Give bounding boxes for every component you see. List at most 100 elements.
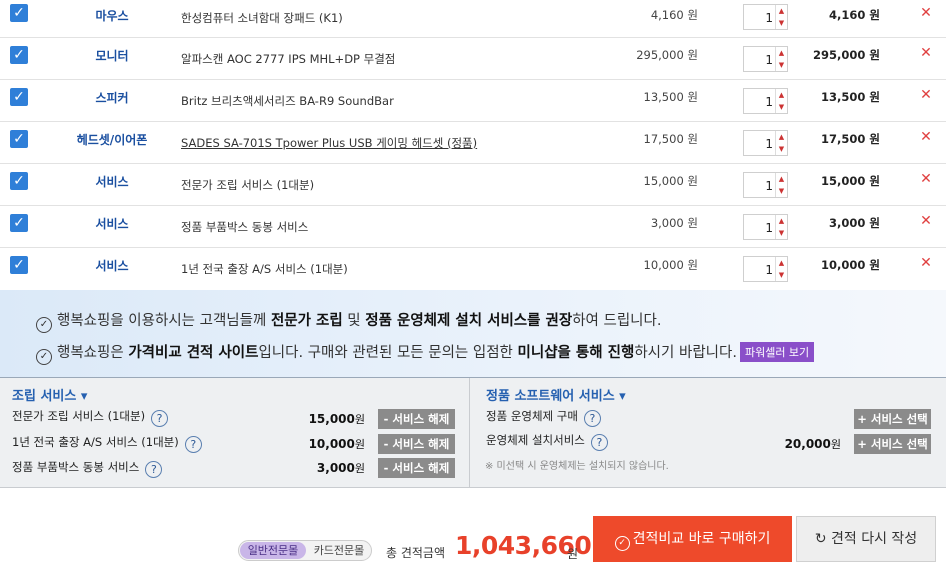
caret-down-icon[interactable]: ▼ bbox=[776, 59, 787, 71]
table-row: ✓ 서비스 1년 전국 출장 A/S 서비스 (1대분) 10,000 원 1 ▲… bbox=[0, 248, 946, 290]
checkmark-icon[interactable]: ✓ bbox=[10, 4, 28, 22]
mall-type-toggle[interactable]: 일반전문몰 카드전문몰 bbox=[238, 540, 372, 561]
category-label: 서비스 bbox=[95, 175, 129, 189]
os-note: ※ 미선택 시 운영체제는 설치되지 않습니다. bbox=[485, 461, 669, 472]
check-circle-icon: ✓ bbox=[36, 317, 52, 333]
notice-line-1: ✓ 행복쇼핑을 이용하시는 고객님들께 전문가 조립 및 정품 운영체제 설치 서… bbox=[36, 309, 661, 333]
service-item: 1년 전국 출장 A/S 서비스 (1대분)? bbox=[12, 434, 202, 453]
caret-up-icon[interactable]: ▲ bbox=[776, 89, 787, 101]
total-label: 총 견적금액 bbox=[386, 546, 446, 560]
category-label: 모니터 bbox=[95, 49, 129, 63]
close-icon[interactable]: ✕ bbox=[918, 255, 934, 271]
caret-up-icon[interactable]: ▲ bbox=[776, 173, 787, 185]
product-name[interactable]: 1년 전국 출장 A/S 서비스 (1대분) bbox=[181, 261, 348, 277]
check-circle-icon: ✓ bbox=[614, 536, 630, 551]
checkmark-icon[interactable]: ✓ bbox=[10, 172, 28, 190]
line-total: 295,000 원 bbox=[813, 48, 880, 62]
checkmark-icon[interactable]: ✓ bbox=[10, 88, 28, 106]
rewrite-button-label: 견적 다시 작성 bbox=[831, 531, 918, 547]
unit-price: 15,000 원 bbox=[643, 174, 698, 188]
caret-down-icon[interactable]: ▼ bbox=[776, 185, 787, 197]
caret-down-icon[interactable]: ▼ bbox=[776, 101, 787, 113]
quantity-stepper[interactable]: 1 ▲ ▼ bbox=[743, 130, 788, 156]
software-services-title[interactable]: 정품 소프트웨어 서비스 ▾ bbox=[486, 385, 626, 404]
buy-button-label: 견적비교 바로 구매하기 bbox=[632, 531, 771, 547]
table-row: ✓ 스피커 Britz 브리츠액세서리즈 BA-R9 SoundBar 13,5… bbox=[0, 80, 946, 122]
notice-text: 행복쇼핑을 이용하시는 고객님들께 bbox=[57, 313, 271, 329]
caret-up-icon[interactable]: ▲ bbox=[776, 5, 787, 17]
buy-button[interactable]: ✓ 견적비교 바로 구매하기 bbox=[593, 516, 792, 562]
product-name[interactable]: 전문가 조립 서비스 (1대분) bbox=[181, 177, 314, 193]
quantity-value: 1 bbox=[765, 179, 773, 193]
service-item: 정품 부품박스 동봉 서비스? bbox=[12, 459, 163, 478]
help-icon[interactable]: ? bbox=[145, 461, 163, 478]
category-label: 헤드셋/이어폰 bbox=[76, 133, 148, 147]
quantity-value: 1 bbox=[765, 11, 773, 25]
close-icon[interactable]: ✕ bbox=[918, 45, 934, 61]
notice-line-2: ✓ 행복쇼핑은 가격비교 견적 사이트입니다. 구매와 관련된 모든 문의는 입점… bbox=[36, 341, 815, 365]
product-name[interactable]: 정품 부품박스 동봉 서비스 bbox=[181, 219, 308, 235]
quantity-stepper[interactable]: 1 ▲ ▼ bbox=[743, 256, 788, 282]
quantity-stepper[interactable]: 1 ▲ ▼ bbox=[743, 46, 788, 72]
power-seller-button[interactable]: 파워셀러 보기 bbox=[739, 342, 815, 362]
help-icon[interactable]: ? bbox=[184, 436, 202, 453]
checkmark-icon[interactable]: ✓ bbox=[10, 46, 28, 64]
quantity-value: 1 bbox=[765, 137, 773, 151]
close-icon[interactable]: ✕ bbox=[918, 5, 934, 21]
notice-text: 입니다. 구매와 관련된 모든 문의는 입점한 bbox=[258, 345, 518, 361]
caret-down-icon[interactable]: ▼ bbox=[776, 269, 787, 281]
category-label: 마우스 bbox=[95, 9, 129, 23]
help-icon[interactable]: ? bbox=[583, 410, 601, 427]
notice-bold: 미니샵을 통해 진행 bbox=[517, 345, 635, 361]
product-name[interactable]: SADES SA-701S Tpower Plus USB 게이밍 헤드셋 (정… bbox=[181, 135, 477, 151]
caret-down-icon[interactable]: ▼ bbox=[776, 227, 787, 239]
caret-down-icon[interactable]: ▼ bbox=[776, 143, 787, 155]
rewrite-estimate-button[interactable]: ↻ 견적 다시 작성 bbox=[796, 516, 936, 562]
remove-service-button[interactable]: - 서비스 해제 bbox=[378, 434, 455, 454]
table-row: ✓ 서비스 전문가 조립 서비스 (1대분) 15,000 원 1 ▲ ▼ 15,0… bbox=[0, 164, 946, 206]
notice-text: 하시기 바랍니다. bbox=[634, 345, 737, 361]
product-name[interactable]: 알파스캔 AOC 2777 IPS MHL+DP 무결점 bbox=[181, 51, 395, 67]
product-name[interactable]: 한성컴퓨터 소녀함대 장패드 (K1) bbox=[181, 10, 343, 26]
line-total: 15,000 원 bbox=[821, 174, 880, 188]
help-icon[interactable]: ? bbox=[590, 434, 608, 451]
assembly-services-title[interactable]: 조립 서비스 ▾ bbox=[12, 385, 87, 404]
close-icon[interactable]: ✕ bbox=[918, 213, 934, 229]
close-icon[interactable]: ✕ bbox=[918, 87, 934, 103]
remove-service-button[interactable]: - 서비스 해제 bbox=[378, 458, 455, 478]
unit-price: 17,500 원 bbox=[643, 132, 698, 146]
line-total: 17,500 원 bbox=[821, 132, 880, 146]
notice-text: 하여 드립니다. bbox=[572, 313, 662, 329]
card-mall-option[interactable]: 카드전문몰 bbox=[307, 542, 371, 559]
quantity-stepper[interactable]: 1 ▲ ▼ bbox=[743, 88, 788, 114]
service-price: 3,000원 bbox=[316, 461, 365, 475]
close-icon[interactable]: ✕ bbox=[918, 129, 934, 145]
general-mall-option[interactable]: 일반전문몰 bbox=[240, 542, 306, 559]
quantity-stepper[interactable]: 1 ▲ ▼ bbox=[743, 214, 788, 240]
category-label: 스피커 bbox=[95, 91, 129, 105]
category-label: 서비스 bbox=[95, 259, 129, 273]
select-service-button[interactable]: + 서비스 선택 bbox=[854, 409, 931, 429]
close-icon[interactable]: ✕ bbox=[918, 171, 934, 187]
checkmark-icon[interactable]: ✓ bbox=[10, 130, 28, 148]
quantity-stepper[interactable]: 1 ▲ ▼ bbox=[743, 4, 788, 30]
line-total: 13,500 원 bbox=[821, 90, 880, 104]
service-label: 운영체제 설치서비스 bbox=[486, 433, 585, 447]
checkmark-icon[interactable]: ✓ bbox=[10, 256, 28, 274]
quantity-stepper[interactable]: 1 ▲ ▼ bbox=[743, 172, 788, 198]
caret-down-icon[interactable]: ▼ bbox=[776, 17, 787, 29]
unit-price: 3,000 원 bbox=[650, 216, 698, 230]
caret-up-icon[interactable]: ▲ bbox=[776, 257, 787, 269]
checkmark-icon[interactable]: ✓ bbox=[10, 214, 28, 232]
caret-up-icon[interactable]: ▲ bbox=[776, 215, 787, 227]
select-service-button[interactable]: + 서비스 선택 bbox=[854, 434, 931, 454]
service-label: 정품 운영체제 구매 bbox=[486, 409, 578, 423]
remove-service-button[interactable]: - 서비스 해제 bbox=[378, 409, 455, 429]
product-name[interactable]: Britz 브리츠액세서리즈 BA-R9 SoundBar bbox=[181, 93, 394, 109]
cart-table: ✓ 마우스 한성컴퓨터 소녀함대 장패드 (K1) 4,160 원 1 ▲ ▼ 4,… bbox=[0, 0, 946, 290]
help-icon[interactable]: ? bbox=[151, 410, 169, 427]
table-row: ✓ 모니터 알파스캔 AOC 2777 IPS MHL+DP 무결점 295,0… bbox=[0, 38, 946, 80]
notice-bold: 정품 운영체제 설치 서비스를 권장 bbox=[365, 313, 573, 329]
caret-up-icon[interactable]: ▲ bbox=[776, 131, 787, 143]
caret-up-icon[interactable]: ▲ bbox=[776, 47, 787, 59]
